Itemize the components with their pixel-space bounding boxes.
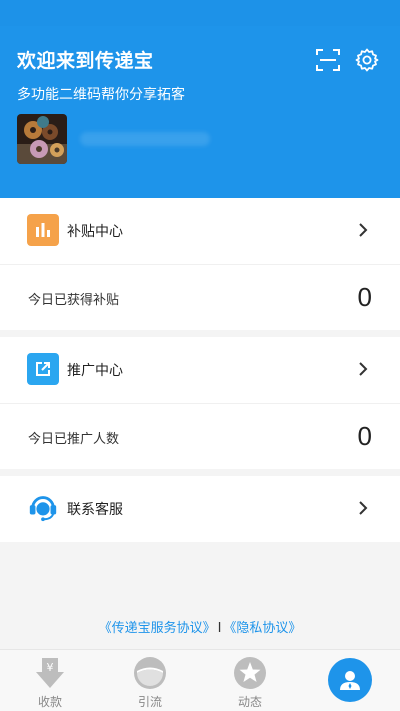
yen-icon: ¥: [32, 655, 68, 691]
service-agreement-link[interactable]: 《传递宝服务协议》: [99, 621, 216, 636]
headset-agent-icon: [27, 491, 59, 523]
tab-traffic-label: 引流: [137, 695, 162, 709]
tab-feed[interactable]: 动态: [200, 650, 300, 711]
customer-service-label: 联系客服: [67, 502, 123, 518]
today-subsidy-label: 今日已获得补贴: [28, 293, 120, 308]
divider: [0, 264, 400, 265]
bar-chart-icon: [27, 214, 59, 246]
svg-text:¥: ¥: [47, 661, 54, 674]
today-promoted-value: 0: [357, 421, 372, 451]
chevron-right-icon: [359, 223, 368, 237]
chevron-right-icon: [359, 362, 368, 376]
promotion-center-label: 推广中心: [67, 363, 123, 379]
promotion-card: 推广中心 今日已推广人数 0: [0, 337, 400, 469]
bottom-tab-bar: ¥ 收款 引流 动态: [0, 649, 400, 711]
chevron-right-icon: [359, 501, 368, 515]
user-icon: [328, 658, 372, 702]
globe-half-icon: [132, 655, 168, 691]
app-subtitle: 多功能二维码帮你分享拓客: [17, 87, 185, 103]
today-promoted-label: 今日已推广人数: [28, 432, 120, 447]
today-subsidy-value: 0: [357, 282, 372, 312]
avatar[interactable]: [17, 114, 67, 164]
customer-service-row[interactable]: 联系客服: [0, 476, 400, 542]
status-bar: [0, 0, 400, 26]
subsidy-card: 补贴中心 今日已获得补贴 0: [0, 198, 400, 330]
star-icon: [232, 655, 268, 691]
subsidy-center-label: 补贴中心: [67, 224, 123, 240]
tab-feed-label: 动态: [237, 695, 262, 709]
subsidy-center-row[interactable]: 补贴中心: [0, 198, 400, 264]
app-title: 欢迎来到传递宝: [17, 50, 154, 72]
agreements-separator: I: [217, 621, 222, 636]
agreements-footer: 《传递宝服务协议》 I 《隐私协议》: [0, 617, 400, 636]
scan-icon[interactable]: [315, 47, 341, 73]
privacy-agreement-link[interactable]: 《隐私协议》: [223, 621, 301, 636]
tab-collect[interactable]: ¥ 收款: [0, 650, 100, 711]
tab-traffic[interactable]: 引流: [100, 650, 200, 711]
tab-collect-label: 收款: [37, 695, 62, 709]
header-banner: 欢迎来到传递宝 多功能二维码帮你分享拓客: [0, 0, 400, 198]
gear-icon[interactable]: [354, 47, 380, 73]
share-out-icon: [27, 353, 59, 385]
divider: [0, 403, 400, 404]
username-blurred: [80, 132, 210, 146]
promotion-center-row[interactable]: 推广中心: [0, 337, 400, 403]
tab-profile[interactable]: [300, 650, 400, 711]
